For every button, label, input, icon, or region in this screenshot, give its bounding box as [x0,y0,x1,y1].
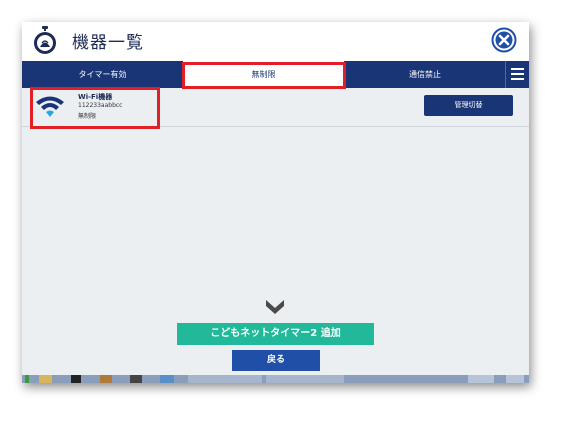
hamburger-menu-icon[interactable] [505,61,529,88]
page-title: 機器一覧 [72,33,144,53]
taskbar [22,375,529,383]
tab-bar: タイマー有効 無制限 通信禁止 [22,61,529,88]
wifi-icon [36,96,64,117]
device-status: 無制限 [78,113,97,120]
folder-icon[interactable] [39,375,52,383]
device-mac: 112233aabbcc [78,102,123,109]
media-icon[interactable] [130,375,142,383]
stopwatch-icon [34,26,56,54]
tab-blocked[interactable]: 通信禁止 [344,61,506,88]
manage-switch-button[interactable]: 管理切替 [424,95,513,116]
system-tray-icon[interactable] [506,375,524,383]
app-icon[interactable] [160,375,174,383]
tab-unlimited[interactable]: 無制限 [183,61,344,88]
keyboard-icon[interactable] [468,375,494,383]
title-bar: 機器一覧 [22,22,529,61]
chevron-down-icon[interactable] [264,297,286,315]
device-list-item[interactable]: Wi-Fi機器 112233aabbcc 無制限 管理切替 [22,88,529,127]
camera-icon[interactable] [100,375,112,383]
tab-timer-enabled[interactable]: タイマー有効 [22,61,183,88]
close-icon[interactable] [491,27,517,53]
back-button[interactable]: 戻る [232,350,320,371]
device-name: Wi-Fi機器 [78,93,113,101]
amazon-icon[interactable] [71,375,81,383]
taskbar-window-item[interactable] [266,375,344,383]
start-icon[interactable] [25,375,29,383]
taskbar-window-item[interactable] [188,375,262,383]
add-timer-button[interactable]: こどもネットタイマー2 追加 [177,323,374,345]
app-window: 機器一覧 タイマー有効 無制限 通信禁止 Wi-Fi機器 112233aabbc… [22,22,529,383]
